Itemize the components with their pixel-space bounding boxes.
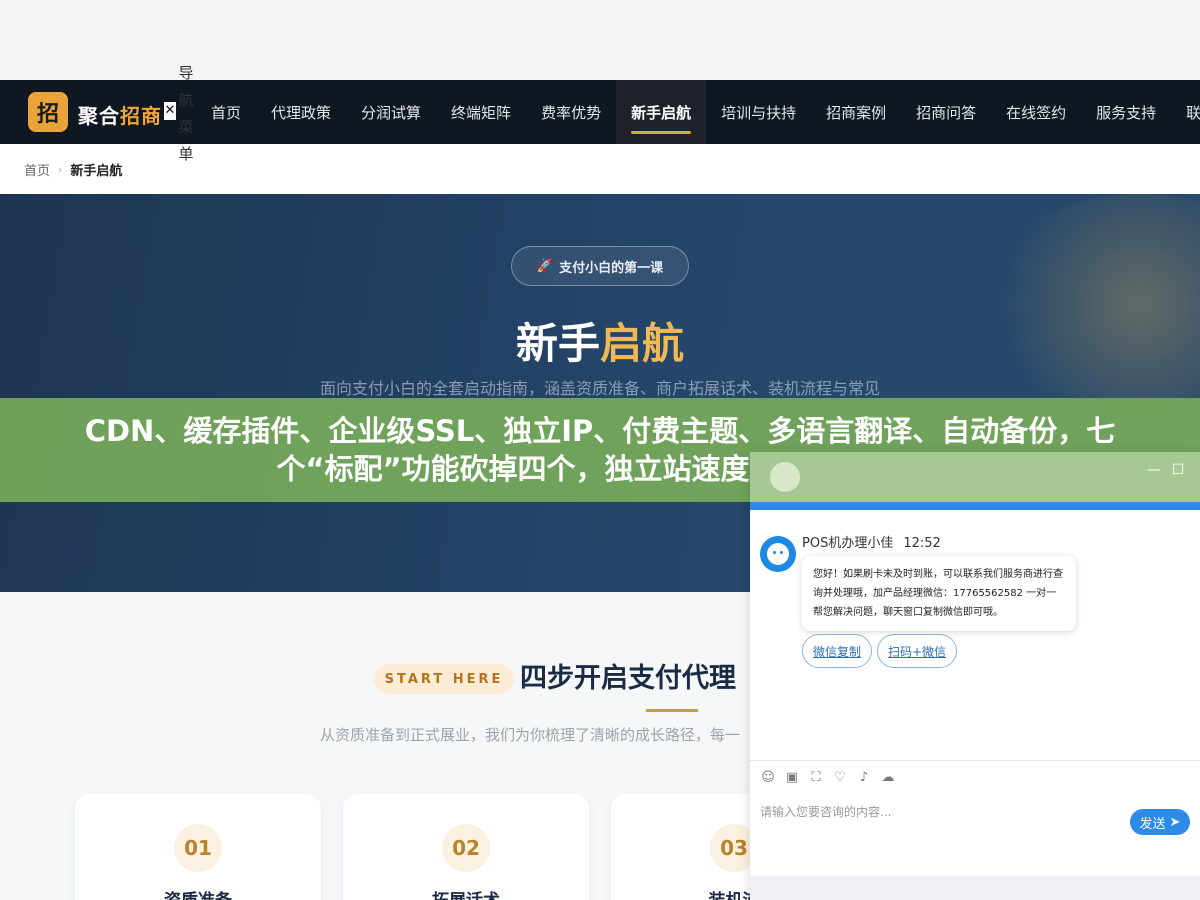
rating-icon[interactable]: ♡ (832, 770, 848, 786)
voice-icon[interactable]: ♪ (856, 770, 872, 786)
agent-avatar-icon (760, 536, 796, 572)
chat-footer (750, 876, 1200, 900)
chat-header-accent (750, 502, 1200, 510)
section-subtitle: 从资质准备到正式展业，我们为你梳理了清晰的成长路径，每一 (320, 726, 741, 744)
copy-wechat-button[interactable]: 微信复制 (802, 634, 873, 668)
hero-glow (980, 194, 1200, 414)
nav-item-contact[interactable]: 联系 (1171, 80, 1200, 144)
nav-item-faq[interactable]: 招商问答 (901, 80, 991, 144)
chat-divider (750, 760, 1200, 761)
step-card[interactable]: 01 资质准备 (75, 794, 321, 900)
nav-item-support[interactable]: 服务支持 (1081, 80, 1171, 144)
breadcrumb-home[interactable]: 首页 (24, 160, 50, 179)
hero-pill-text: 支付小白的第一课 (559, 260, 664, 276)
screenshot-icon[interactable]: ⛶ (808, 770, 824, 786)
emoji-icon[interactable]: ☺ (760, 770, 776, 786)
message-time: 12:52 (903, 536, 941, 551)
brand-main: 聚合 (78, 104, 120, 128)
nav-item-cases[interactable]: 招商案例 (811, 80, 901, 144)
hero-pill: 🚀 支付小白的第一课 (511, 246, 689, 286)
step-number: 01 (174, 824, 222, 872)
nav-item-rates[interactable]: 费率优势 (526, 80, 616, 144)
breadcrumb-current: 新手启航 (70, 164, 123, 179)
step-card[interactable]: 02 拓展话术 (343, 794, 589, 900)
chat-message-bubble: 您好！如果刷卡未及时到账，可以联系我们服务商进行查询并处理哦，加产品经理微信：1… (802, 556, 1076, 631)
chat-widget: — ☐ POS机办理小佳 12:52 您好！如果刷卡未及时到账，可以联系我们服务商… (750, 452, 1200, 900)
nav-item-training[interactable]: 培训与扶持 (706, 80, 811, 144)
minimize-icon[interactable]: — (1146, 462, 1162, 478)
avatar (770, 462, 800, 492)
logo-icon[interactable]: 招 (28, 92, 68, 132)
step-title: 资质准备 (75, 886, 321, 900)
section-title: 四步开启支付代理 (520, 663, 736, 694)
main-nav: 首页 代理政策 分润试算 终端矩阵 费率优势 新手启航 培训与扶持 招商案例 招… (196, 80, 1200, 144)
brand-accent: 招商 (120, 104, 162, 128)
close-icon[interactable]: ✕ (164, 102, 176, 120)
agent-name: POS机办理小佳 12:52 (802, 532, 941, 551)
nav-item-sign-online[interactable]: 在线签约 (991, 80, 1081, 144)
nav-item-terminals[interactable]: 终端矩阵 (436, 80, 526, 144)
chevron-right-icon: › (58, 163, 63, 176)
rocket-icon: 🚀 (536, 258, 554, 274)
breadcrumb: 首页 › 新手启航 (24, 160, 122, 179)
send-button[interactable]: 发送 ➤ (1130, 809, 1190, 835)
chat-message-input[interactable] (760, 802, 1120, 822)
send-icon: ➤ (1169, 814, 1181, 830)
step-number: 02 (442, 824, 490, 872)
nav-item-home[interactable]: 首页 (196, 80, 256, 144)
chat-toolbar: ☺ ▣ ⛶ ♡ ♪ ☁ (760, 770, 896, 786)
page-title: 新手启航 (0, 310, 1200, 371)
nav-item-agent-policy[interactable]: 代理政策 (256, 80, 346, 144)
nav-item-profit-calc[interactable]: 分润试算 (346, 80, 436, 144)
title-main: 新手 (515, 319, 600, 368)
step-title: 拓展话术 (343, 886, 589, 900)
title-underline (646, 709, 698, 712)
maximize-icon[interactable]: ☐ (1170, 462, 1186, 478)
wechat-icon[interactable]: ☁ (880, 770, 896, 786)
start-here-badge: START HERE (374, 664, 514, 694)
image-icon[interactable]: ▣ (784, 770, 800, 786)
scan-wechat-button[interactable]: 扫码+微信 (877, 634, 958, 668)
nav-menu-toggle[interactable]: 导航菜单 (176, 60, 196, 168)
brand-name[interactable]: 聚合招商 (78, 100, 162, 129)
title-accent: 启航 (600, 319, 685, 368)
send-label: 发送 (1139, 816, 1166, 832)
agent-name-text: POS机办理小佳 (802, 536, 894, 551)
nav-item-beginner[interactable]: 新手启航 (616, 80, 707, 144)
